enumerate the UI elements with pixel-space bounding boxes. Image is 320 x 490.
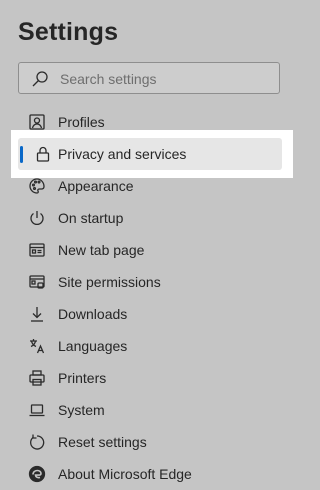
- sidebar-item-appearance[interactable]: Appearance: [18, 170, 280, 202]
- sidebar-item-label: New tab page: [58, 242, 145, 258]
- lock-icon: [34, 145, 52, 163]
- sidebar-item-privacy[interactable]: Privacy and services: [18, 138, 282, 170]
- sidebar-item-label: Site permissions: [58, 274, 161, 290]
- search-input[interactable]: Search settings: [18, 62, 280, 94]
- sidebar-item-label: Profiles: [58, 114, 105, 130]
- download-icon: [28, 305, 46, 323]
- sidebar-item-label: Appearance: [58, 178, 134, 194]
- sidebar-item-label: On startup: [58, 210, 124, 226]
- profile-icon: [28, 113, 46, 131]
- printer-icon: [28, 369, 46, 387]
- sidebar-item-profiles[interactable]: Profiles: [18, 106, 280, 138]
- sidebar-item-label: Reset settings: [58, 434, 147, 450]
- edge-logo-icon: [28, 465, 46, 483]
- languages-icon: [28, 337, 46, 355]
- sidebar-item-reset-settings[interactable]: Reset settings: [18, 426, 280, 458]
- power-icon: [28, 209, 46, 227]
- sidebar-item-system[interactable]: System: [18, 394, 280, 426]
- sidebar-item-label: Languages: [58, 338, 128, 354]
- sidebar-item-site-permissions[interactable]: Site permissions: [18, 266, 280, 298]
- sidebar-item-label: About Microsoft Edge: [58, 466, 192, 482]
- sidebar-item-label: System: [58, 402, 105, 418]
- search-placeholder: Search settings: [60, 71, 157, 87]
- reset-icon: [28, 433, 46, 451]
- sidebar-item-on-startup[interactable]: On startup: [18, 202, 280, 234]
- sidebar-item-new-tab-page[interactable]: New tab page: [18, 234, 280, 266]
- search-icon: [31, 70, 49, 88]
- sidebar-item-label: Printers: [58, 370, 107, 386]
- laptop-icon: [28, 401, 46, 419]
- sidebar-item-label: Privacy and services: [58, 146, 187, 162]
- palette-icon: [28, 177, 46, 195]
- selected-indicator: [20, 146, 23, 163]
- sidebar-item-about-edge[interactable]: About Microsoft Edge: [18, 458, 280, 490]
- newtab-icon: [28, 241, 46, 259]
- site-permissions-icon: [28, 273, 46, 291]
- sidebar-item-languages[interactable]: Languages: [18, 330, 280, 362]
- sidebar-item-downloads[interactable]: Downloads: [18, 298, 280, 330]
- sidebar-item-printers[interactable]: Printers: [18, 362, 280, 394]
- sidebar-item-label: Downloads: [58, 306, 128, 322]
- page-title: Settings: [18, 18, 119, 46]
